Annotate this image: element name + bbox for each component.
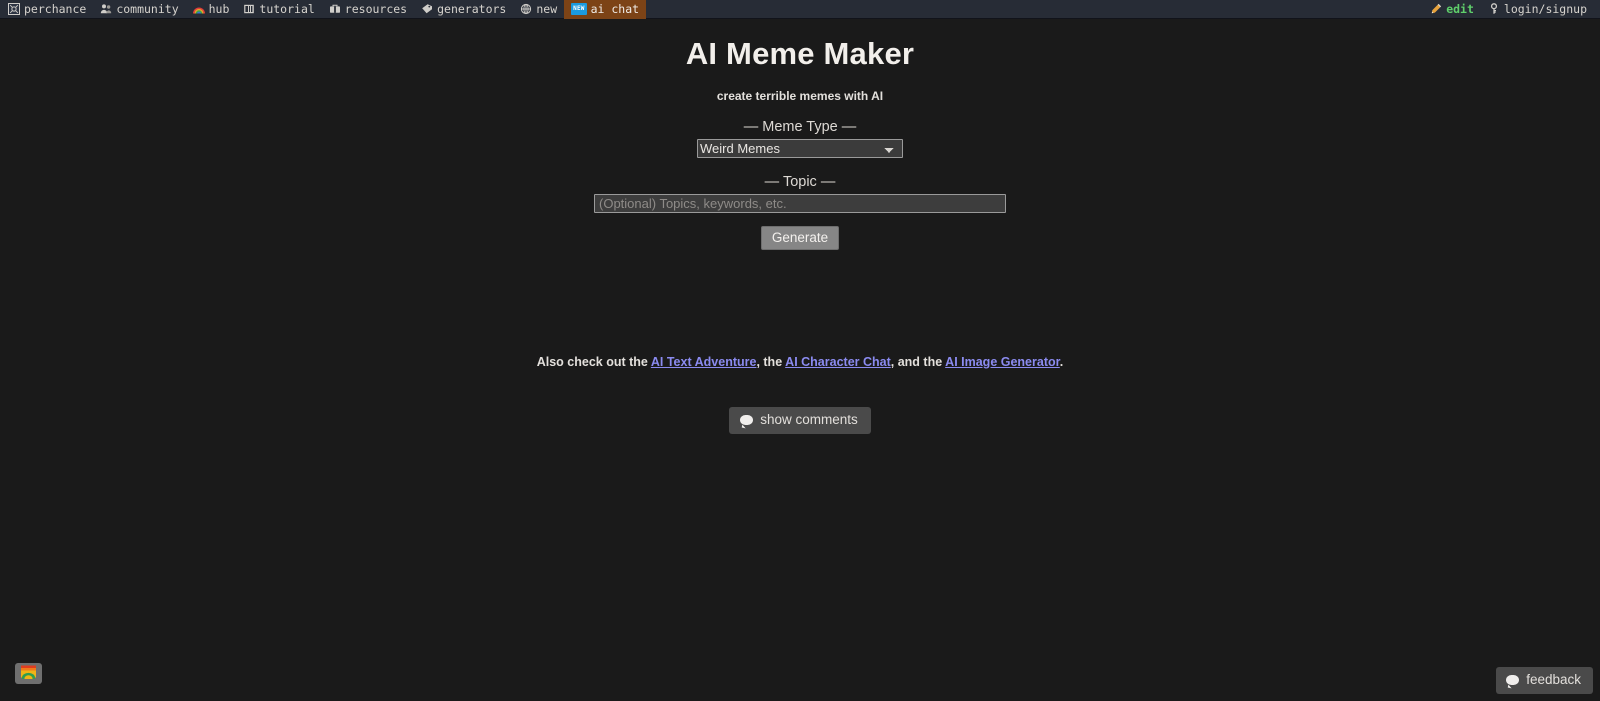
people-icon <box>100 3 112 15</box>
nav-item-community[interactable]: community <box>93 0 185 19</box>
also-check-suffix: . <box>1059 355 1064 369</box>
pencil-icon <box>1430 3 1442 15</box>
nav-label-perchance: perchance <box>24 1 87 16</box>
nav-label-login-signup: login/signup <box>1503 1 1587 16</box>
show-comments-button[interactable]: show comments <box>729 407 871 434</box>
also-check-prefix: Also check out the <box>536 355 651 369</box>
rainbow-icon <box>192 3 205 15</box>
globe-icon <box>520 3 532 15</box>
nav-label-new: new <box>536 1 558 16</box>
page-title: AI Meme Maker <box>685 36 915 71</box>
link-ai-character-chat[interactable]: AI Character Chat <box>785 355 891 369</box>
link-ai-text-adventure[interactable]: AI Text Adventure <box>651 355 757 369</box>
book-icon <box>243 3 255 15</box>
sunset-image-icon <box>19 663 38 684</box>
image-thumbnail-button[interactable] <box>15 663 42 684</box>
topic-row <box>0 190 1600 213</box>
nav-item-resources[interactable]: resources <box>322 0 414 19</box>
nav-item-login-signup[interactable]: login/signup <box>1481 0 1594 19</box>
top-navigation-bar: perchance community hub tutorial resourc… <box>0 0 1600 19</box>
nav-label-tutorial: tutorial <box>259 1 315 16</box>
tag-icon <box>421 3 433 15</box>
perchance-logo-icon <box>8 3 20 15</box>
speech-bubble-icon <box>1506 675 1520 685</box>
nav-item-new[interactable]: new <box>513 0 564 19</box>
meme-type-label: — Meme Type — <box>743 119 857 135</box>
nav-item-hub[interactable]: hub <box>186 0 237 19</box>
also-check-out-text: Also check out the AI Text Adventure, th… <box>0 250 1600 369</box>
generate-button[interactable]: Generate <box>760 226 840 250</box>
link-ai-image-generator[interactable]: AI Image Generator <box>945 355 1060 369</box>
nav-label-ai-chat: ai chat <box>590 1 640 16</box>
feedback-label: feedback <box>1526 672 1581 687</box>
nav-label-hub: hub <box>208 1 230 16</box>
also-check-mid1: , the <box>756 355 786 369</box>
show-comments-label: show comments <box>760 412 858 427</box>
nav-item-edit[interactable]: edit <box>1422 0 1481 19</box>
nav-item-generators[interactable]: generators <box>414 0 513 19</box>
comments-section: show comments <box>0 369 1600 434</box>
meme-type-row: Weird Memes <box>0 135 1600 158</box>
nav-item-ai-chat[interactable]: NEW ai chat <box>564 0 647 19</box>
speech-bubble-icon <box>740 415 754 425</box>
nav-label-resources: resources <box>344 1 408 16</box>
nav-label-community: community <box>116 1 179 16</box>
topic-label: — Topic — <box>764 174 836 190</box>
also-check-mid2: , and the <box>890 355 946 369</box>
toolbox-icon <box>329 3 341 15</box>
page-content: AI Meme Maker create terrible memes with… <box>0 19 1600 701</box>
feedback-button[interactable]: feedback <box>1496 667 1593 694</box>
key-icon <box>1488 3 1500 15</box>
new-badge-icon: NEW <box>571 3 587 15</box>
nav-label-generators: generators <box>437 1 507 16</box>
nav-label-edit: edit <box>1446 1 1474 16</box>
nav-left-group: perchance community hub tutorial resourc… <box>0 0 647 19</box>
meme-type-select[interactable]: Weird Memes <box>697 139 903 158</box>
topic-input[interactable] <box>594 194 1006 213</box>
nav-item-perchance[interactable]: perchance <box>0 0 93 19</box>
nav-item-tutorial[interactable]: tutorial <box>236 0 321 19</box>
nav-right-group: edit login/signup <box>1422 0 1600 19</box>
page-subtitle: create terrible memes with AI <box>716 89 884 103</box>
